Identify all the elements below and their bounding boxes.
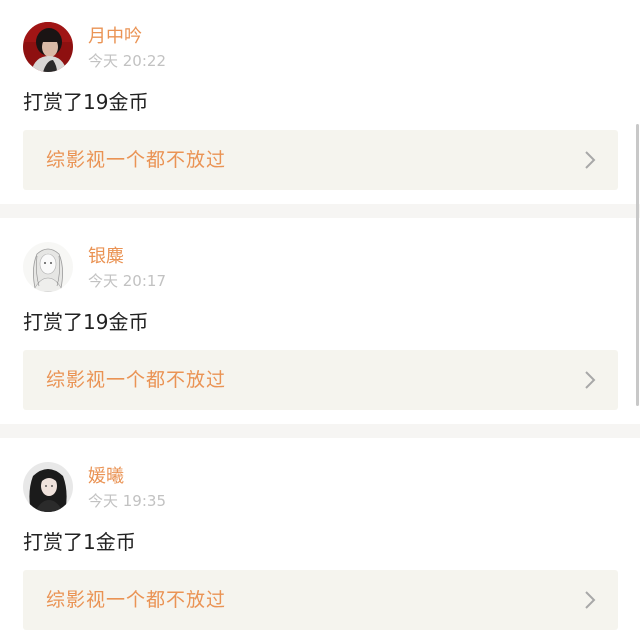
timestamp: 今天 19:35 bbox=[88, 492, 166, 510]
timestamp: 今天 20:17 bbox=[88, 272, 166, 290]
book-title: 综影视一个都不放过 bbox=[46, 149, 227, 171]
username[interactable]: 月中吟 bbox=[88, 26, 142, 48]
reward-item: 媛曦 今天 19:35 打赏了1金币 综影视一个都不放过 bbox=[0, 438, 640, 644]
reward-feed: 月中吟 今天 20:22 打赏了19金币 综影视一个都不放过 银麋 今天 20:… bbox=[0, 0, 640, 644]
reward-text: 打赏了19金币 bbox=[23, 90, 149, 114]
item-separator bbox=[0, 204, 640, 218]
item-separator bbox=[0, 424, 640, 438]
book-link-card[interactable]: 综影视一个都不放过 bbox=[23, 350, 618, 410]
scrollbar[interactable] bbox=[636, 124, 639, 406]
username[interactable]: 媛曦 bbox=[88, 466, 124, 488]
book-link-card[interactable]: 综影视一个都不放过 bbox=[23, 570, 618, 630]
timestamp: 今天 20:22 bbox=[88, 52, 166, 70]
chevron-right-icon bbox=[585, 591, 596, 609]
username[interactable]: 银麋 bbox=[88, 246, 124, 268]
book-title: 综影视一个都不放过 bbox=[46, 369, 227, 391]
user-avatar[interactable] bbox=[23, 462, 73, 512]
book-link-card[interactable]: 综影视一个都不放过 bbox=[23, 130, 618, 190]
reward-item: 银麋 今天 20:17 打赏了19金币 综影视一个都不放过 bbox=[0, 218, 640, 424]
user-avatar[interactable] bbox=[23, 22, 73, 72]
reward-text: 打赏了1金币 bbox=[23, 530, 136, 554]
chevron-right-icon bbox=[585, 151, 596, 169]
reward-item: 月中吟 今天 20:22 打赏了19金币 综影视一个都不放过 bbox=[0, 0, 640, 204]
chevron-right-icon bbox=[585, 371, 596, 389]
reward-text: 打赏了19金币 bbox=[23, 310, 149, 334]
user-avatar[interactable] bbox=[23, 242, 73, 292]
book-title: 综影视一个都不放过 bbox=[46, 589, 227, 611]
